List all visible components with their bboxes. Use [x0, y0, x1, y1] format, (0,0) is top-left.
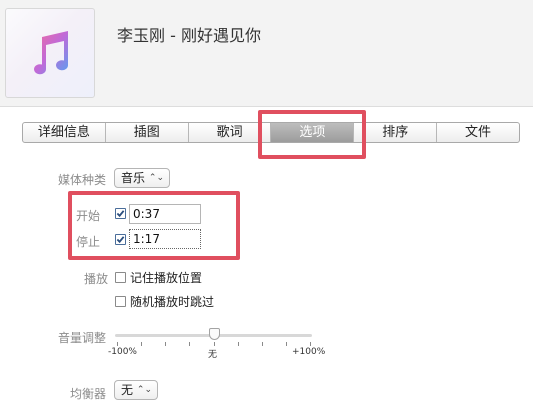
- volume-min-label: -100%: [108, 347, 137, 357]
- volume-tick: [213, 342, 215, 346]
- volume-mid-label: 无: [208, 350, 218, 360]
- volume-tick: [141, 342, 143, 346]
- music-note-icon: [34, 31, 69, 75]
- skip-shuffle-checkbox[interactable]: [115, 296, 126, 307]
- volume-tick: [310, 342, 311, 346]
- chevron-updown-icon: ⌃⌄: [136, 385, 152, 395]
- info-tab-bar: 详细信息 插图 歌词 选项 排序 文件: [22, 122, 520, 143]
- volume-label: 音量调整: [57, 331, 106, 345]
- start-time-input[interactable]: 0:37: [129, 204, 201, 224]
- tab-file[interactable]: 文件: [437, 123, 519, 142]
- tab-options[interactable]: 选项: [271, 123, 355, 142]
- volume-slider-thumb[interactable]: [208, 328, 220, 340]
- stop-checkbox[interactable]: [115, 234, 126, 245]
- volume-tick: [189, 342, 191, 346]
- volume-tick: [237, 342, 239, 346]
- equalizer-label: 均衡器: [69, 387, 106, 401]
- album-artwork[interactable]: [5, 8, 95, 98]
- song-info-header: 李玉刚 - 刚好遇见你: [0, 0, 533, 107]
- remember-position-checkbox[interactable]: [115, 272, 126, 283]
- media-kind-value: 音乐: [121, 171, 146, 185]
- start-label: 开始: [76, 209, 101, 223]
- checkmark-icon: [116, 236, 125, 244]
- start-checkbox[interactable]: [115, 208, 126, 219]
- tab-details[interactable]: 详细信息: [23, 123, 106, 142]
- playback-label: 播放: [83, 272, 108, 286]
- skip-shuffle-label[interactable]: 随机播放时跳过: [130, 293, 214, 310]
- volume-tick: [117, 342, 118, 346]
- volume-tick: [285, 342, 287, 346]
- song-title: 李玉刚 - 刚好遇见你: [117, 26, 261, 45]
- volume-tick: [261, 342, 263, 346]
- chevron-updown-icon: ⌃⌄: [148, 173, 164, 183]
- remember-position-label[interactable]: 记住播放位置: [130, 269, 202, 286]
- media-kind-select[interactable]: 音乐 ⌃⌄: [114, 168, 170, 188]
- stop-label: 停止: [76, 235, 101, 249]
- stop-time-input[interactable]: 1:17: [129, 229, 201, 249]
- tab-sorting[interactable]: 排序: [354, 123, 438, 142]
- equalizer-select[interactable]: 无 ⌃⌄: [114, 380, 158, 400]
- tab-lyrics[interactable]: 歌词: [189, 123, 272, 142]
- checkmark-icon: [116, 210, 125, 218]
- volume-tick: [165, 342, 167, 346]
- media-kind-label: 媒体种类: [57, 173, 106, 187]
- equalizer-value: 无: [121, 383, 134, 397]
- tab-artwork[interactable]: 插图: [106, 123, 189, 142]
- volume-max-label: +100%: [292, 347, 326, 357]
